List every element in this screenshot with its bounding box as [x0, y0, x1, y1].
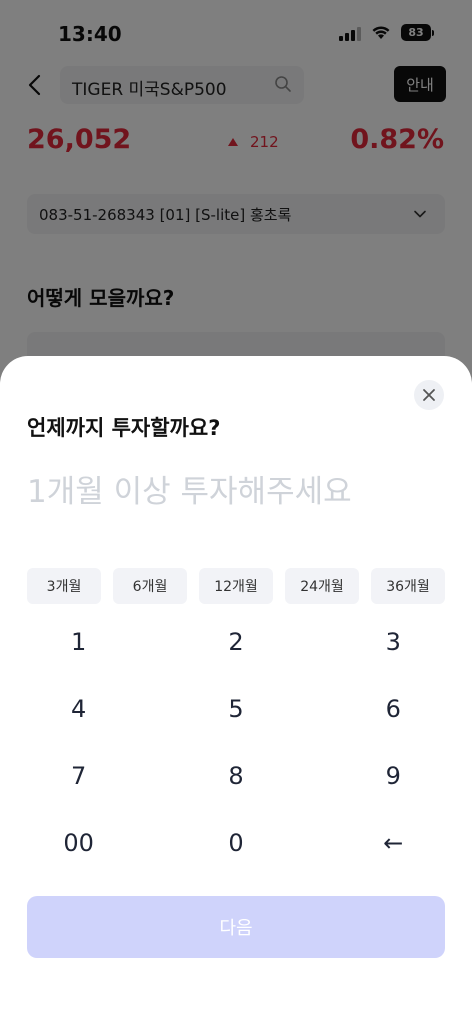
next-button[interactable]: 다음 — [27, 896, 445, 958]
backspace-key[interactable]: ← — [315, 809, 472, 876]
period-input[interactable]: 1개월 이상 투자해주세요 — [27, 466, 352, 511]
key-00[interactable]: 00 — [0, 809, 157, 876]
key-6[interactable]: 6 — [315, 675, 472, 742]
chip-12-months[interactable]: 12개월 — [199, 568, 273, 604]
chip-6-months[interactable]: 6개월 — [113, 568, 187, 604]
chip-36-months[interactable]: 36개월 — [371, 568, 445, 604]
close-icon — [423, 389, 435, 401]
chip-3-months[interactable]: 3개월 — [27, 568, 101, 604]
key-9[interactable]: 9 — [315, 742, 472, 809]
key-0[interactable]: 0 — [157, 809, 314, 876]
key-5[interactable]: 5 — [157, 675, 314, 742]
numeric-keypad: 1 2 3 4 5 6 7 8 9 00 0 ← — [0, 608, 472, 876]
key-1[interactable]: 1 — [0, 608, 157, 675]
period-chips: 3개월 6개월 12개월 24개월 36개월 — [27, 568, 445, 604]
key-3[interactable]: 3 — [315, 608, 472, 675]
chip-24-months[interactable]: 24개월 — [285, 568, 359, 604]
key-2[interactable]: 2 — [157, 608, 314, 675]
sheet-title: 언제까지 투자할까요? — [27, 416, 221, 440]
bottom-sheet: 언제까지 투자할까요? 1개월 이상 투자해주세요 3개월 6개월 12개월 2… — [0, 356, 472, 1024]
close-button[interactable] — [414, 380, 444, 410]
key-8[interactable]: 8 — [157, 742, 314, 809]
key-7[interactable]: 7 — [0, 742, 157, 809]
key-4[interactable]: 4 — [0, 675, 157, 742]
